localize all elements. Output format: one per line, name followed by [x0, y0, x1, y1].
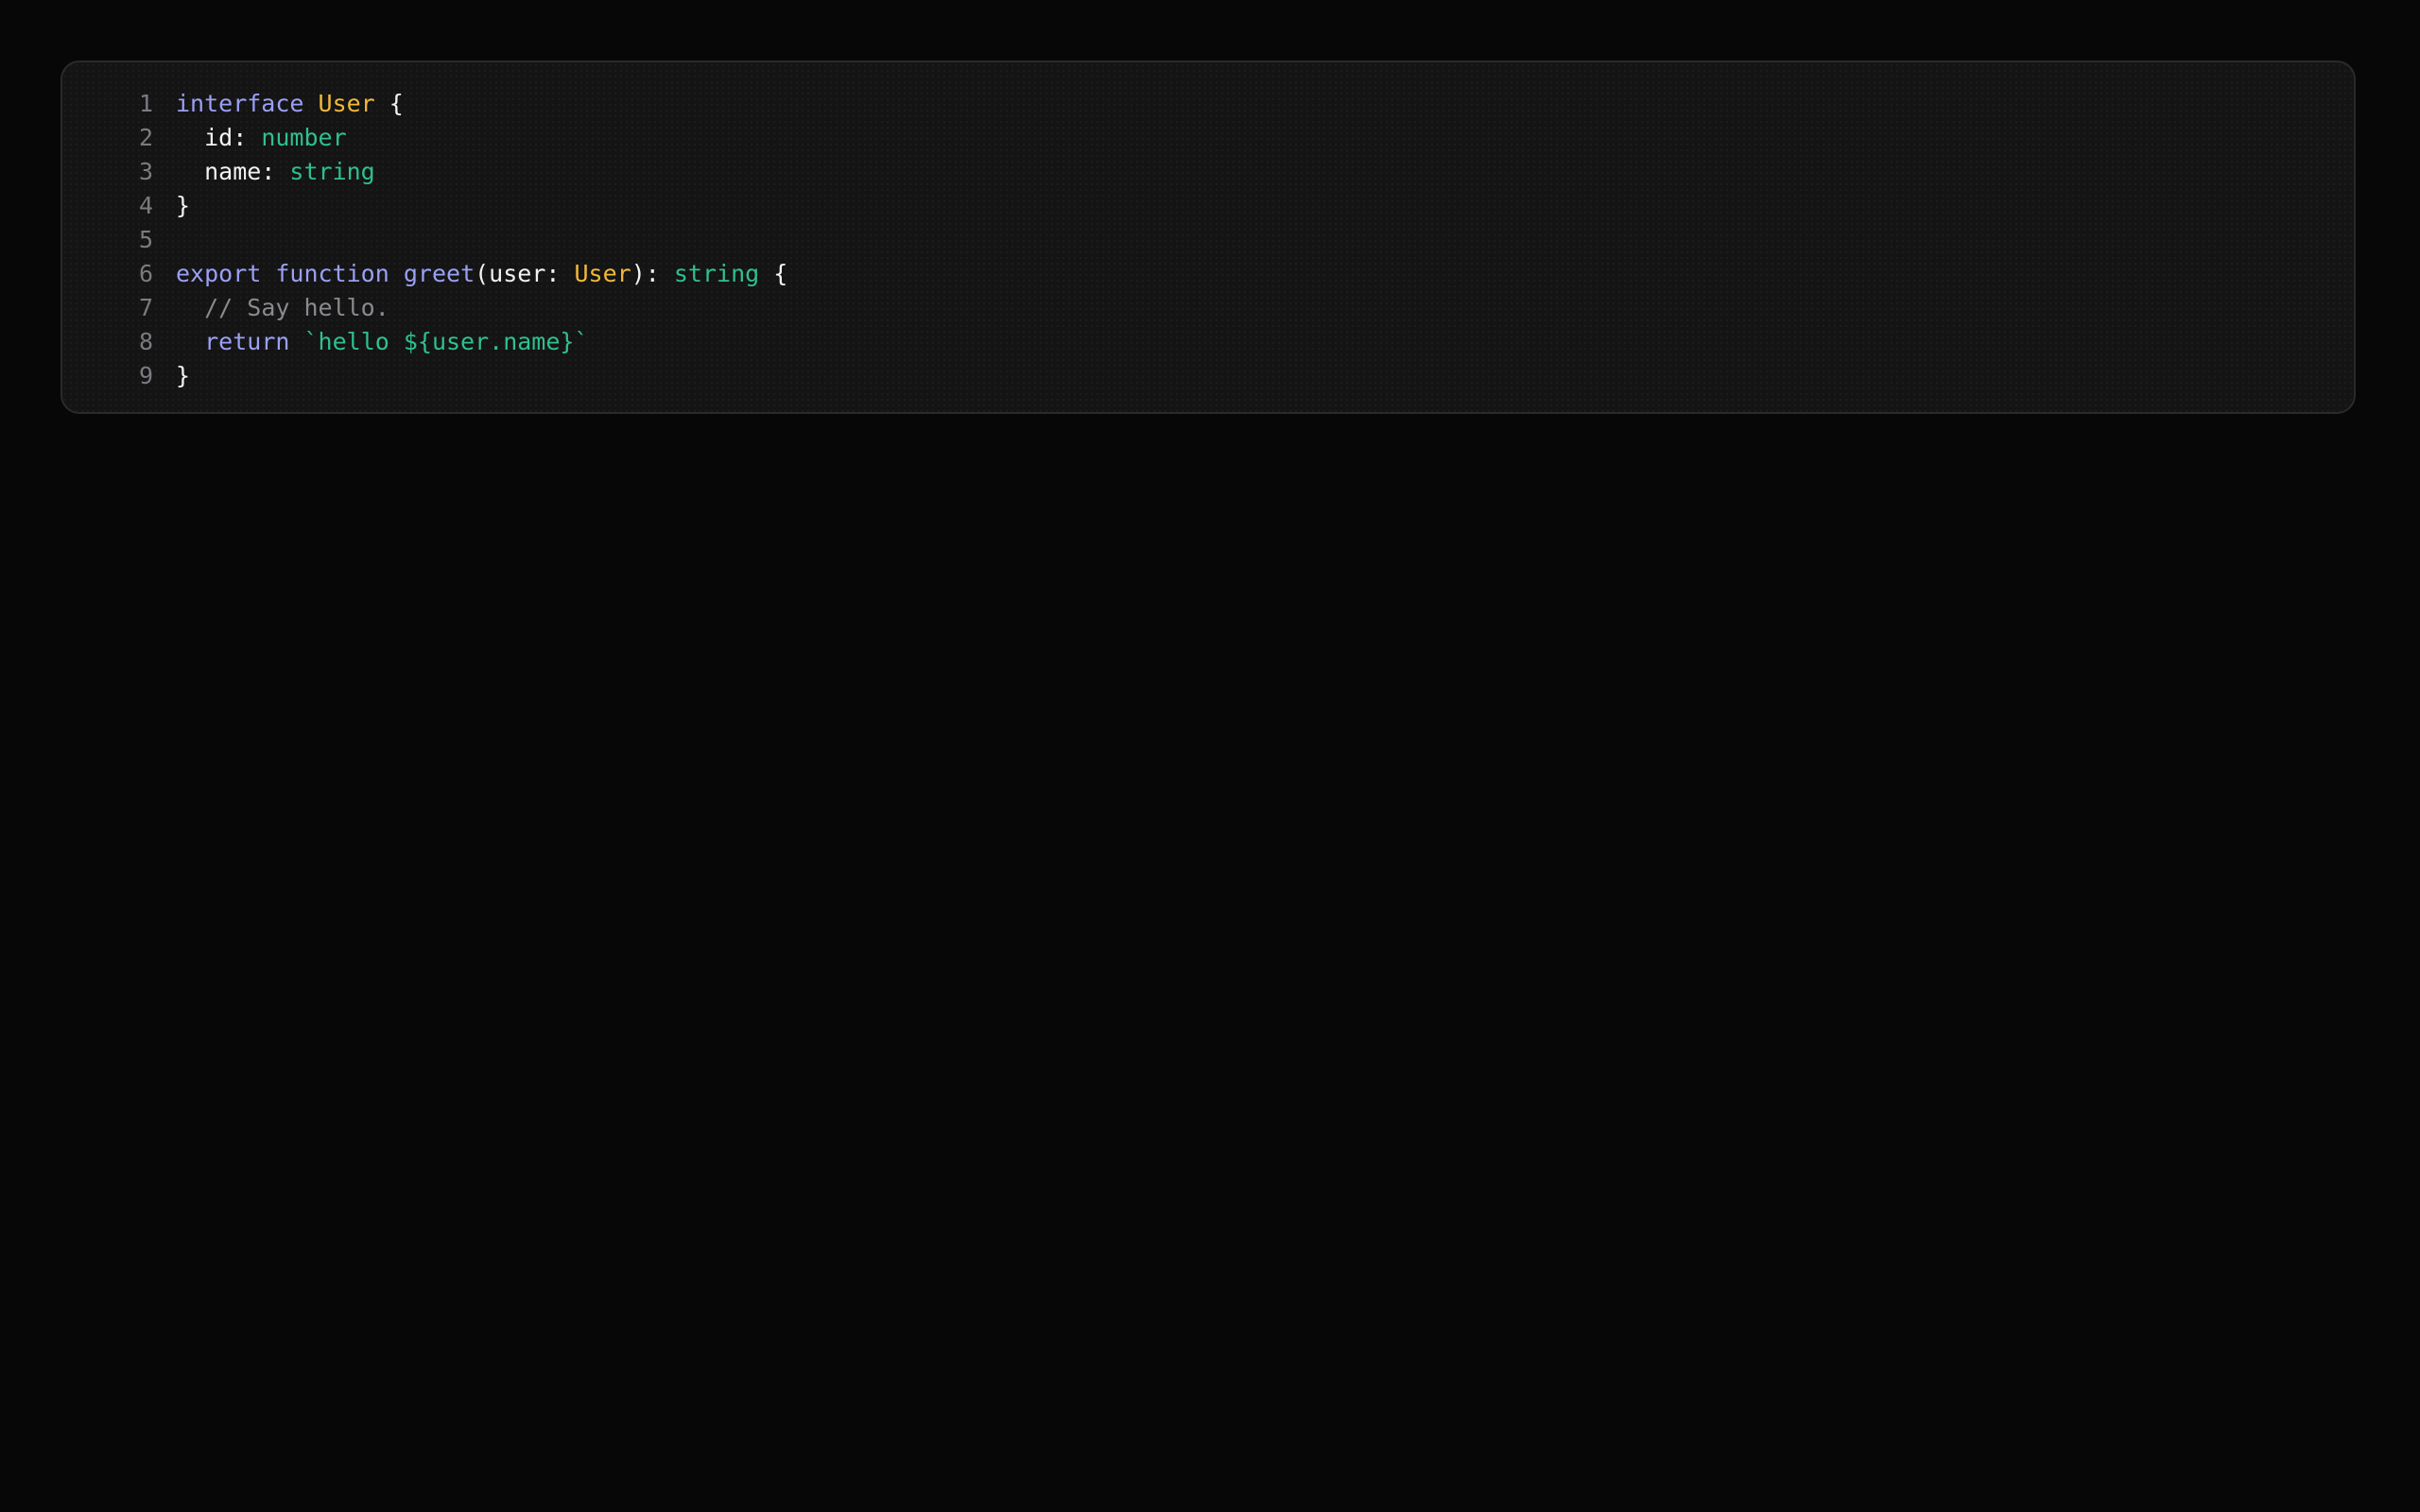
- code-token-plain: {: [374, 90, 404, 117]
- code-token-plain: }: [176, 362, 191, 389]
- code-line: 5: [62, 223, 2354, 257]
- line-number: 6: [138, 260, 153, 287]
- code-line: 9}: [62, 359, 2354, 393]
- code-token-keyword: function: [275, 260, 389, 287]
- line-content: name: string: [176, 155, 375, 189]
- code-line: 7 // Say hello.: [62, 291, 2354, 325]
- line-content: // Say hello.: [176, 291, 389, 325]
- code-token-keyword: greet: [403, 260, 475, 287]
- line-number: 5: [138, 226, 153, 253]
- code-token-plain: (user:: [475, 260, 575, 287]
- code-line: 8 return `hello ${user.name}`: [62, 325, 2354, 359]
- code-line: 2 id: number: [62, 121, 2354, 155]
- code-token-prim: number: [261, 124, 347, 151]
- line-content: id: number: [176, 121, 347, 155]
- code-token-keyword: return: [204, 328, 290, 355]
- code-token-plain: name:: [176, 158, 290, 185]
- line-content: return `hello ${user.name}`: [176, 325, 589, 359]
- code-line: 6 export function greet(user: User): stri…: [62, 257, 2354, 291]
- line-content: export function greet(user: User): strin…: [176, 257, 787, 291]
- line-content: }: [176, 359, 190, 393]
- code-token-type: User: [574, 260, 631, 287]
- line-number: 9: [138, 362, 153, 389]
- code-token-prim: string: [289, 158, 375, 185]
- code-token-plain: ):: [631, 260, 674, 287]
- code-token-comment: // Say hello.: [204, 294, 389, 321]
- line-number: 4: [138, 192, 153, 219]
- line-number: 7: [138, 294, 153, 321]
- code-token-plain: id:: [176, 124, 262, 151]
- code-token-string: `hello ${user.name}`: [303, 328, 589, 355]
- code-line: 3 name: string: [62, 155, 2354, 189]
- line-number: 8: [138, 328, 153, 355]
- line-content: }: [176, 189, 190, 223]
- code-line: 1 interface User {: [62, 87, 2354, 121]
- line-number: 2: [138, 124, 153, 151]
- line-content: interface User {: [176, 87, 404, 121]
- code-block: 1 interface User {2 id: number 3 name: str…: [60, 60, 2356, 414]
- code-token-plain: {: [759, 260, 788, 287]
- line-number: 1: [138, 90, 153, 117]
- code-line: 4}: [62, 189, 2354, 223]
- code-token-keyword: interface: [176, 90, 304, 117]
- code-token-keyword: export: [176, 260, 262, 287]
- code-token-type: User: [318, 90, 375, 117]
- code-lines: 1 interface User {2 id: number 3 name: str…: [62, 87, 2354, 393]
- code-token-plain: }: [176, 192, 191, 219]
- code-token-prim: string: [673, 260, 760, 287]
- line-number: 3: [138, 158, 153, 185]
